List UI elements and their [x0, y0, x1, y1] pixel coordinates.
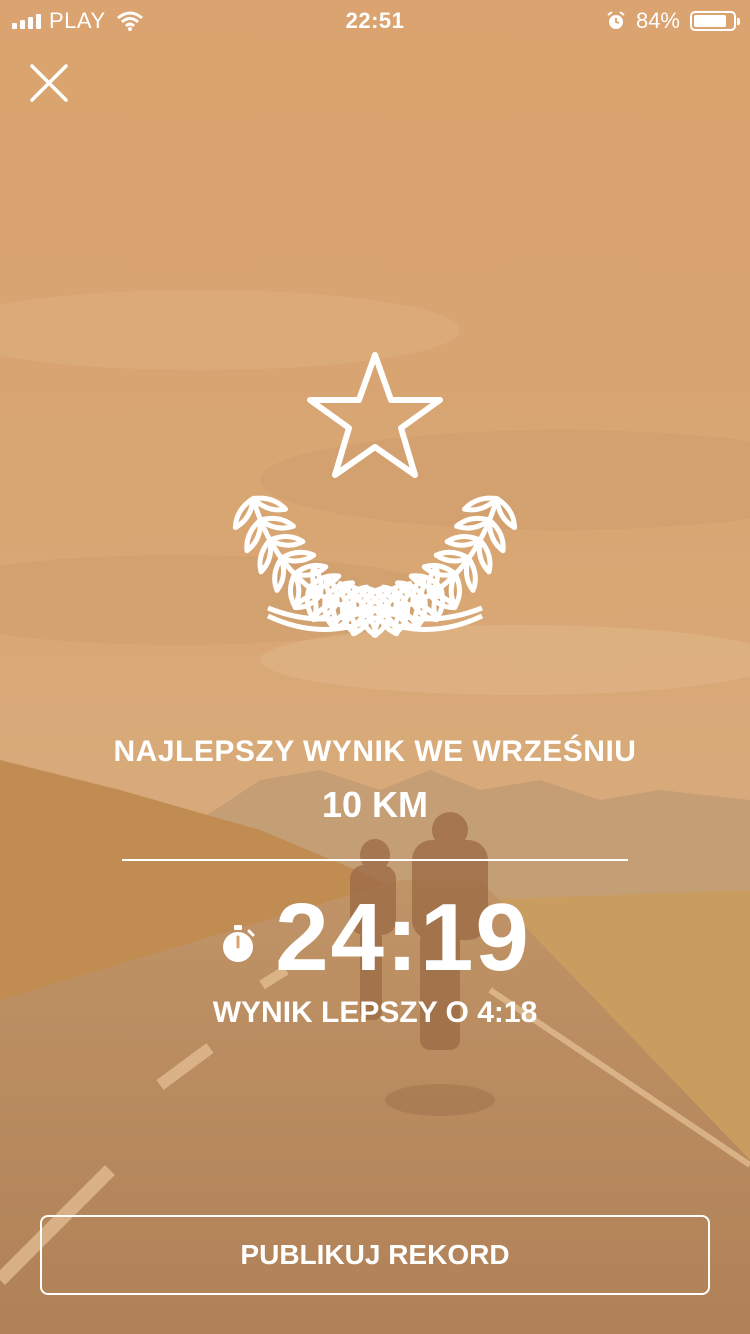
improvement-text: WYNIK LEPSZY O 4:18 [212, 996, 538, 1029]
laurel-leaf [278, 549, 317, 564]
divider [122, 859, 628, 861]
laurel-leaf [476, 537, 493, 575]
battery-percent: 84% [635, 8, 680, 33]
laurel-leaf [486, 517, 506, 554]
time-row: 24:19 [0, 888, 750, 988]
battery-level [694, 15, 726, 27]
laurel-leaf [232, 496, 256, 530]
achievement-time: 24:19 [275, 884, 531, 991]
close-icon[interactable] [28, 62, 70, 104]
battery-icon [690, 11, 740, 31]
stopwatch-icon [223, 925, 255, 962]
alarm-icon [607, 11, 625, 29]
status-bar: PLAY 22:51 84% [0, 0, 750, 40]
background-photo [0, 0, 750, 1334]
status-right: 84% [606, 8, 740, 34]
laurel-leaf [244, 517, 264, 554]
laurel-leaf [257, 537, 274, 575]
laurel-leaf [421, 562, 458, 578]
achievement-title: NAJLEPSZY WYNIK WE WRZEŚNIU [113, 735, 637, 768]
laurel-leaf [494, 496, 518, 530]
achievement-distance: 10 KM [321, 784, 429, 825]
laurel-star-icon [232, 352, 518, 638]
publish-record-button[interactable]: PUBLIKUJ REKORD [40, 1215, 710, 1295]
laurel-leaf [433, 549, 472, 564]
